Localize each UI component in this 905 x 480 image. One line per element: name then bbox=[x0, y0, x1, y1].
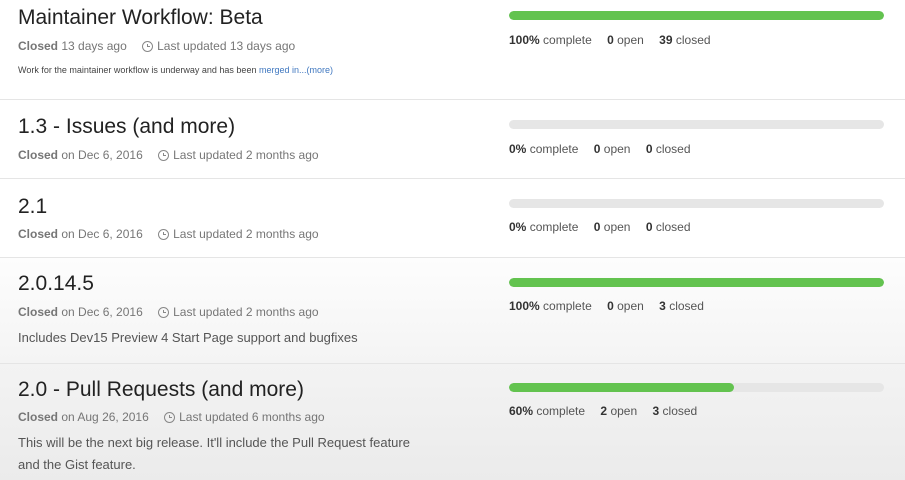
milestone-title[interactable]: 2.1 bbox=[18, 195, 47, 219]
percent-complete: 0% bbox=[509, 142, 527, 156]
milestone-stats: 100% complete 0 open 3 closed bbox=[509, 299, 704, 313]
closed-label[interactable]: closed bbox=[656, 142, 691, 156]
closed-date: on Dec 6, 2016 bbox=[61, 305, 143, 319]
complete-label: complete bbox=[543, 299, 592, 313]
percent-complete: 60% bbox=[509, 404, 534, 418]
milestone-list: Maintainer Workflow: Beta Closed 13 days… bbox=[0, 0, 905, 480]
milestone-title[interactable]: Maintainer Workflow: Beta bbox=[18, 6, 263, 30]
closed-date: on Dec 6, 2016 bbox=[61, 227, 143, 241]
milestone-description: Work for the maintainer workflow is unde… bbox=[18, 64, 478, 76]
description-line: and the Gist feature. bbox=[18, 457, 136, 472]
progress-fill bbox=[509, 383, 734, 392]
progress-fill bbox=[509, 11, 884, 20]
complete-label: complete bbox=[529, 142, 579, 156]
percent-complete: 100% bbox=[509, 33, 540, 47]
closed-label[interactable]: closed bbox=[669, 299, 704, 313]
last-updated: Last updated 13 days ago bbox=[157, 39, 296, 53]
milestone-meta: Closed on Dec 6, 2016 Last updated 2 mon… bbox=[18, 305, 319, 319]
closed-label[interactable]: closed bbox=[656, 220, 691, 234]
progress-fill bbox=[509, 278, 884, 287]
progress-bar bbox=[509, 278, 884, 287]
last-updated: Last updated 2 months ago bbox=[173, 305, 319, 319]
open-label[interactable]: open bbox=[604, 220, 631, 234]
closed-count[interactable]: 3 bbox=[659, 299, 666, 313]
open-count[interactable]: 2 bbox=[600, 404, 607, 418]
open-count[interactable]: 0 bbox=[594, 220, 601, 234]
merged-link[interactable]: merged in... bbox=[259, 65, 307, 75]
percent-complete: 0% bbox=[509, 220, 527, 234]
open-label[interactable]: open bbox=[610, 404, 637, 418]
milestone-state: Closed bbox=[18, 39, 59, 53]
clock-icon bbox=[158, 307, 170, 318]
milestone-state: Closed bbox=[18, 305, 59, 319]
progress-bar bbox=[509, 120, 884, 129]
closed-count[interactable]: 0 bbox=[646, 142, 653, 156]
milestone-state: Closed bbox=[18, 148, 59, 162]
milestone-meta: Closed on Aug 26, 2016 Last updated 6 mo… bbox=[18, 410, 325, 424]
open-count[interactable]: 0 bbox=[607, 33, 614, 47]
percent-complete: 100% bbox=[509, 299, 540, 313]
milestone-title[interactable]: 2.0.14.5 bbox=[18, 272, 94, 296]
clock-icon bbox=[158, 150, 170, 161]
milestone-item: 2.0 - Pull Requests (and more) Closed on… bbox=[0, 364, 905, 480]
closed-date: on Aug 26, 2016 bbox=[61, 410, 149, 424]
progress-bar bbox=[509, 383, 884, 392]
complete-label: complete bbox=[536, 404, 586, 418]
last-updated: Last updated 2 months ago bbox=[173, 227, 319, 241]
progress-bar bbox=[509, 199, 884, 208]
closed-count[interactable]: 0 bbox=[646, 220, 653, 234]
last-updated: Last updated 2 months ago bbox=[173, 148, 319, 162]
milestone-stats: 0% complete 0 open 0 closed bbox=[509, 142, 691, 156]
description-text: Work for the maintainer workflow is unde… bbox=[18, 65, 259, 75]
milestone-meta: Closed on Dec 6, 2016 Last updated 2 mon… bbox=[18, 148, 319, 162]
closed-date: 13 days ago bbox=[61, 39, 127, 53]
milestone-item: Maintainer Workflow: Beta Closed 13 days… bbox=[0, 0, 905, 100]
milestone-stats: 100% complete 0 open 39 closed bbox=[509, 33, 711, 47]
closed-count[interactable]: 3 bbox=[653, 404, 660, 418]
open-label[interactable]: open bbox=[617, 299, 644, 313]
last-updated: Last updated 6 months ago bbox=[179, 410, 325, 424]
open-label[interactable]: open bbox=[604, 142, 631, 156]
open-label[interactable]: open bbox=[617, 33, 644, 47]
closed-label[interactable]: closed bbox=[663, 404, 698, 418]
milestone-item: 2.0.14.5 Closed on Dec 6, 2016 Last upda… bbox=[0, 258, 905, 364]
open-count[interactable]: 0 bbox=[594, 142, 601, 156]
complete-label: complete bbox=[543, 33, 592, 47]
progress-bar bbox=[509, 11, 884, 20]
closed-label[interactable]: closed bbox=[676, 33, 711, 47]
milestone-state: Closed bbox=[18, 227, 59, 241]
milestone-title[interactable]: 1.3 - Issues (and more) bbox=[18, 115, 235, 139]
milestone-item: 2.1 Closed on Dec 6, 2016 Last updated 2… bbox=[0, 179, 905, 258]
milestone-description: This will be the next big release. It'll… bbox=[18, 432, 478, 476]
clock-icon bbox=[164, 412, 176, 423]
clock-icon bbox=[142, 41, 154, 52]
milestone-item: 1.3 - Issues (and more) Closed on Dec 6,… bbox=[0, 100, 905, 179]
milestone-stats: 60% complete 2 open 3 closed bbox=[509, 404, 697, 418]
closed-count[interactable]: 39 bbox=[659, 33, 672, 47]
milestone-description: Includes Dev15 Preview 4 Start Page supp… bbox=[18, 330, 358, 345]
open-count[interactable]: 0 bbox=[607, 299, 614, 313]
complete-label: complete bbox=[529, 220, 579, 234]
closed-date: on Dec 6, 2016 bbox=[61, 148, 143, 162]
milestone-meta: Closed 13 days ago Last updated 13 days … bbox=[18, 39, 295, 53]
description-line: This will be the next big release. It'll… bbox=[18, 435, 410, 450]
milestone-title[interactable]: 2.0 - Pull Requests (and more) bbox=[18, 378, 304, 402]
milestone-stats: 0% complete 0 open 0 closed bbox=[509, 220, 691, 234]
more-link[interactable]: (more) bbox=[306, 65, 333, 75]
milestone-state: Closed bbox=[18, 410, 59, 424]
clock-icon bbox=[158, 229, 170, 240]
milestone-meta: Closed on Dec 6, 2016 Last updated 2 mon… bbox=[18, 227, 319, 241]
